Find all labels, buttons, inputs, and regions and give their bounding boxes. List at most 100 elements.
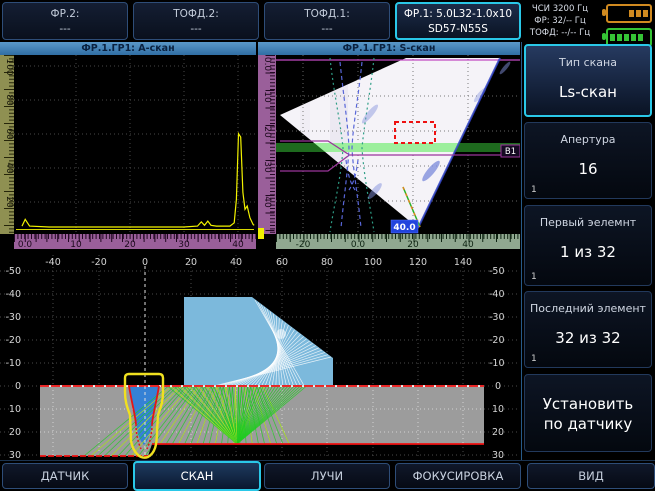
ascan-y-tick: 100 (4, 58, 14, 75)
tab-vid[interactable]: ВИД (527, 463, 655, 489)
geom-x-tick: 60 (276, 257, 288, 268)
ascan-y-tick: 40 (4, 162, 14, 174)
geom-y-tick: -50 (5, 266, 21, 277)
geom-y-tick: -40 (489, 289, 505, 300)
channel-value: --- (59, 23, 70, 35)
status-line-fr: ФР: 32/-- Гц (523, 15, 597, 27)
first-element-button[interactable]: Первый эелемнт 1 из 32 1 (524, 205, 652, 286)
channel-value: SD57-N55S (428, 23, 488, 35)
sscan-plot: B1 40.0 0.0 10 20 30 40 -20 0.0 20 40 (258, 55, 520, 255)
ascan-x-tick: 0.0 (18, 240, 33, 250)
channel-tab-tofd1[interactable]: ТОФД.1: --- (264, 2, 390, 40)
channel-tab-fr2[interactable]: ФР.2: --- (2, 2, 128, 40)
sscan-gate-label: B1 (501, 145, 520, 157)
tab-label: ДАТЧИК (41, 469, 90, 483)
channel-value: --- (321, 23, 332, 35)
geom-x-tick: 120 (409, 257, 427, 268)
geom-y-tick: -10 (489, 358, 505, 369)
tab-skan[interactable]: СКАН (133, 461, 261, 491)
aperture-button[interactable]: Апертура 16 1 (524, 122, 652, 199)
step-badge: 1 (531, 354, 537, 364)
ascan-x-tick: 20 (124, 240, 136, 250)
channel-label: ТОФД.2: (173, 8, 218, 20)
geom-y-tick: -50 (489, 266, 505, 277)
sscan-angle-label: 40.0 (391, 220, 418, 233)
geom-y-tick: -20 (489, 335, 505, 346)
geom-y-tick: 20 (9, 427, 21, 438)
ascan-plot: 100 80 60 40 20 0.0 10 20 30 40 (0, 55, 256, 255)
sscan-x-tick: 20 (407, 240, 419, 250)
sscan-y-tick: 20 (262, 126, 272, 138)
param-value: Ls-скан (559, 83, 617, 101)
param-label: Первый эелемнт (540, 216, 636, 229)
param-value: 32 из 32 (555, 329, 620, 347)
geom-y-tick: 10 (492, 404, 504, 415)
scan-type-button[interactable]: Тип скана Ls-скан (524, 44, 652, 117)
sscan-y-tick: 40 (262, 196, 272, 208)
battery-indicators (606, 4, 652, 47)
geom-y-tick: -40 (5, 289, 21, 300)
geom-x-tick: 40 (230, 257, 242, 268)
geom-y-tick: 0 (15, 381, 21, 392)
geom-y-tick: -10 (5, 358, 21, 369)
sscan-x-tick: -20 (296, 240, 311, 250)
geom-x-tick: 20 (185, 257, 197, 268)
last-element-button[interactable]: Последний элемент 32 из 32 1 (524, 291, 652, 368)
action-label-line1: Установить (543, 395, 633, 413)
sidebar-divider (521, 42, 522, 460)
sscan-x-tick: 40 (462, 240, 474, 250)
prf-status: ЧСИ 3200 Гц ФР: 32/-- Гц ТОФД: --/-- Гц (523, 3, 597, 39)
geom-y-tick: 0 (495, 381, 501, 392)
set-by-probe-button[interactable]: Установить по датчику (524, 374, 652, 452)
geom-y-tick: -20 (5, 335, 21, 346)
parameter-sidebar: Тип скана Ls-скан Апертура 16 1 Первый э… (523, 42, 655, 462)
geom-x-tick: 100 (364, 257, 382, 268)
channel-label: ТОФД.1: (304, 8, 349, 20)
geometry-plot: -40 -20 0 20 40 60 80 100 120 140 -50 -4… (0, 255, 520, 460)
ascan-x-tick: 30 (178, 240, 190, 250)
sscan-x-tick: 0.0 (351, 240, 366, 250)
status-line-chsi: ЧСИ 3200 Гц (523, 3, 597, 15)
ascan-y-tick: 80 (4, 94, 14, 106)
channel-tab-tofd2[interactable]: ТОФД.2: --- (133, 2, 259, 40)
ascan-x-tick: 10 (70, 240, 82, 250)
device-screen: ФР.2: --- ТОФД.2: --- ТОФД.1: --- ФР.1: … (0, 0, 655, 491)
param-value: 1 из 32 (560, 243, 616, 261)
tab-label: ЛУЧИ (311, 469, 343, 483)
channel-tab-fr1-selected[interactable]: ФР.1: 5.0L32-1.0x10 SD57-N55S (395, 2, 521, 40)
sscan-y-tick: 0.0 (262, 57, 272, 72)
status-line-tofd: ТОФД: --/-- Гц (523, 27, 597, 39)
ascan-x-tick: 40 (232, 240, 244, 250)
geom-x-tick: 0 (142, 257, 148, 268)
action-label-line2: по датчику (544, 415, 633, 433)
param-value: 16 (578, 160, 597, 178)
geom-x-tick: -40 (45, 257, 61, 268)
tab-fokusirovka[interactable]: ФОКУСИРОВКА (395, 463, 521, 489)
geom-x-tick: 80 (321, 257, 333, 268)
channel-label: ФР.2: (51, 8, 80, 20)
geom-y-tick: 30 (492, 450, 504, 460)
param-label: Апертура (560, 133, 615, 146)
tab-datchik[interactable]: ДАТЧИК (2, 463, 128, 489)
battery-icon-external (606, 4, 652, 23)
sscan-header: ФР.1.ГР1: S-скан (258, 42, 520, 55)
geom-y-tick: -30 (489, 312, 505, 323)
geom-y-tick: 20 (492, 427, 504, 438)
geom-x-tick: 140 (454, 257, 472, 268)
param-label: Последний элемент (530, 302, 646, 315)
sscan-y-tick: 30 (262, 161, 272, 173)
geom-y-tick: 10 (9, 404, 21, 415)
sscan-peak-marker (258, 228, 264, 239)
geom-y-tick: -30 (5, 312, 21, 323)
sscan-y-tick: 10 (262, 91, 272, 103)
ascan-header: ФР.1.ГР1: А-скан (0, 42, 256, 55)
param-label: Тип скана (559, 56, 617, 69)
ascan-y-tick: 60 (4, 128, 14, 140)
tab-label: СКАН (181, 469, 214, 483)
svg-text:B1: B1 (505, 147, 516, 157)
ascan-y-tick: 20 (4, 196, 14, 208)
tab-label: ВИД (578, 469, 603, 483)
geom-x-tick: -20 (91, 257, 107, 268)
tab-luchi[interactable]: ЛУЧИ (264, 463, 390, 489)
step-badge: 1 (531, 185, 537, 195)
